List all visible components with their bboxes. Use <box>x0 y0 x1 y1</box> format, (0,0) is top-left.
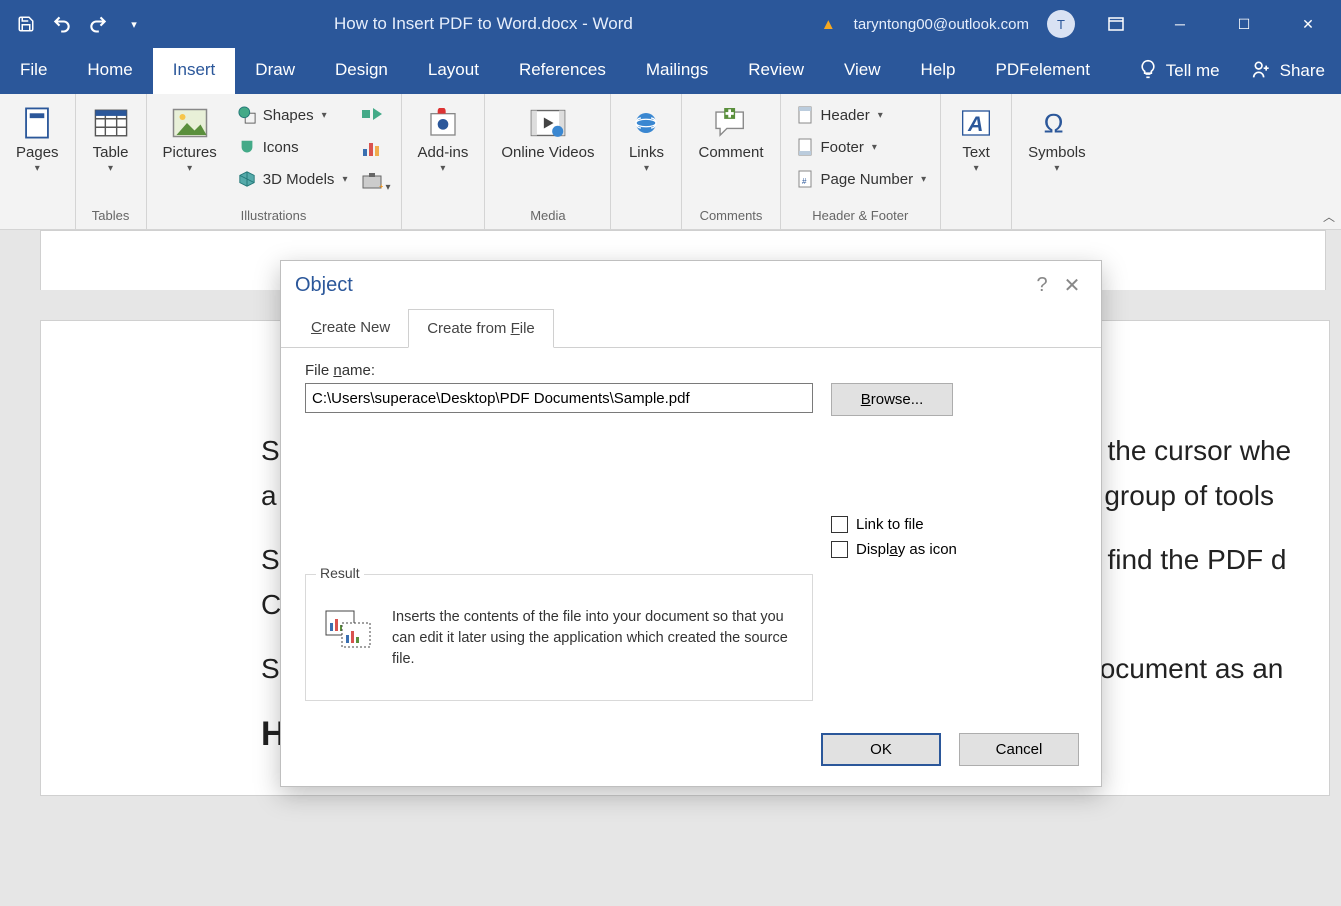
redo-icon[interactable] <box>86 12 110 36</box>
header-icon <box>795 105 815 125</box>
file-name-input[interactable] <box>305 383 813 413</box>
comment-icon <box>712 104 750 142</box>
group-illustrations: Pictures▾ Shapes▾ Icons 3D Models▾ +▾ Il… <box>147 94 402 229</box>
tab-create-from-file[interactable]: Create from File <box>408 309 554 348</box>
page-number-button[interactable]: #Page Number▾ <box>791 166 931 192</box>
dialog-help-icon[interactable]: ? <box>1027 274 1057 297</box>
group-addins: Add-ins▾ <box>402 94 486 229</box>
customize-qat-icon[interactable]: ▾ <box>122 12 146 36</box>
user-avatar[interactable]: T <box>1047 10 1075 38</box>
pictures-button[interactable]: Pictures▾ <box>157 100 223 178</box>
tab-draw[interactable]: Draw <box>235 48 315 94</box>
warning-icon: ▲ <box>821 16 836 33</box>
tab-insert[interactable]: Insert <box>153 48 236 94</box>
pictures-icon <box>171 104 209 142</box>
pages-button[interactable]: Pages▾ <box>10 100 65 178</box>
cancel-button[interactable]: Cancel <box>959 733 1079 766</box>
tell-me[interactable]: Tell me <box>1122 48 1236 94</box>
dialog-titlebar: Object ? ✕ <box>281 261 1101 308</box>
video-icon <box>529 104 567 142</box>
chart-icon[interactable] <box>361 139 390 162</box>
pages-icon <box>18 104 56 142</box>
share-icon <box>1252 59 1272 84</box>
save-icon[interactable] <box>14 12 38 36</box>
svg-text:#: # <box>802 177 807 186</box>
title-bar: ▾ How to Insert PDF to Word.docx - Word … <box>0 0 1341 48</box>
result-legend: Result <box>316 565 364 581</box>
tab-design[interactable]: Design <box>315 48 408 94</box>
smartart-icon[interactable] <box>361 104 390 129</box>
minimize-icon[interactable]: ─ <box>1157 0 1203 48</box>
ribbon-display-options-icon[interactable] <box>1093 0 1139 48</box>
ok-button[interactable]: OK <box>821 733 941 766</box>
group-symbols: Ω Symbols▾ <box>1012 94 1102 229</box>
dialog-close-icon[interactable]: ✕ <box>1057 273 1087 298</box>
online-videos-button[interactable]: Online Videos <box>495 100 600 166</box>
shapes-icon <box>237 105 257 125</box>
screenshot-icon[interactable]: +▾ <box>361 172 390 195</box>
collapse-ribbon-icon[interactable]: ︿ <box>1323 208 1335 225</box>
ribbon: Pages▾ Table▾ Tables Pictures▾ Shapes▾ I… <box>0 94 1341 230</box>
svg-text:A: A <box>967 112 983 136</box>
group-pages: Pages▾ <box>0 94 76 229</box>
result-description: Inserts the contents of the file into yo… <box>392 607 796 670</box>
text-button[interactable]: A Text▾ <box>951 100 1001 178</box>
text-icon: A <box>957 104 995 142</box>
group-text: A Text▾ <box>941 94 1012 229</box>
dialog-title: Object <box>295 274 353 297</box>
user-email[interactable]: taryntong00@outlook.com <box>854 16 1029 33</box>
result-box: Result Inserts the contents of the file … <box>305 574 813 701</box>
lightbulb-icon <box>1138 59 1158 84</box>
link-icon <box>627 104 665 142</box>
file-name-label: File name: <box>305 362 1077 379</box>
group-tables: Table▾ Tables <box>76 94 147 229</box>
undo-icon[interactable] <box>50 12 74 36</box>
header-button[interactable]: Header▾ <box>791 102 931 128</box>
share-button[interactable]: Share <box>1236 48 1341 94</box>
tab-create-new[interactable]: Create New <box>293 309 408 348</box>
addins-icon <box>424 104 462 142</box>
browse-button[interactable]: Browse... <box>831 383 953 416</box>
tab-help[interactable]: Help <box>901 48 976 94</box>
group-links: Links▾ <box>611 94 682 229</box>
3d-models-button[interactable]: 3D Models▾ <box>233 166 352 192</box>
table-button[interactable]: Table▾ <box>86 100 136 178</box>
tab-file[interactable]: File <box>0 48 67 94</box>
document-title: How to Insert PDF to Word.docx - Word <box>146 14 821 34</box>
group-header-footer: Header▾ Footer▾ #Page Number▾ Header & F… <box>781 94 942 229</box>
page-number-icon: # <box>795 169 815 189</box>
svg-text:+: + <box>379 182 383 190</box>
dialog-tabs: Create New Create from File <box>281 308 1101 348</box>
tab-review[interactable]: Review <box>728 48 824 94</box>
footer-icon <box>795 137 815 157</box>
tab-view[interactable]: View <box>824 48 901 94</box>
result-icon <box>322 607 374 660</box>
table-icon <box>92 104 130 142</box>
links-button[interactable]: Links▾ <box>621 100 671 178</box>
shapes-button[interactable]: Shapes▾ <box>233 102 352 128</box>
svg-text:Ω: Ω <box>1044 108 1064 138</box>
close-icon[interactable]: ✕ <box>1285 0 1331 48</box>
icons-icon <box>237 137 257 157</box>
tab-pdfelement[interactable]: PDFelement <box>976 48 1110 94</box>
symbols-icon: Ω <box>1038 104 1076 142</box>
comment-button[interactable]: Comment <box>692 100 769 165</box>
quick-access-toolbar: ▾ <box>0 12 146 36</box>
3d-models-icon <box>237 169 257 189</box>
link-to-file-checkbox[interactable]: Link to file <box>831 516 1077 533</box>
symbols-button[interactable]: Ω Symbols▾ <box>1022 100 1092 178</box>
tab-home[interactable]: Home <box>67 48 152 94</box>
tab-references[interactable]: References <box>499 48 626 94</box>
group-comments: Comment Comments <box>682 94 780 229</box>
display-as-icon-checkbox[interactable]: Display as icon <box>831 541 1077 558</box>
group-media: Online Videos Media <box>485 94 611 229</box>
footer-button[interactable]: Footer▾ <box>791 134 931 160</box>
maximize-icon[interactable]: ☐ <box>1221 0 1267 48</box>
icons-button[interactable]: Icons <box>233 134 352 160</box>
object-dialog: Object ? ✕ Create New Create from File F… <box>280 260 1102 787</box>
addins-button[interactable]: Add-ins▾ <box>412 100 475 178</box>
tab-layout[interactable]: Layout <box>408 48 499 94</box>
tab-mailings[interactable]: Mailings <box>626 48 728 94</box>
ribbon-tabs: File Home Insert Draw Design Layout Refe… <box>0 48 1341 94</box>
